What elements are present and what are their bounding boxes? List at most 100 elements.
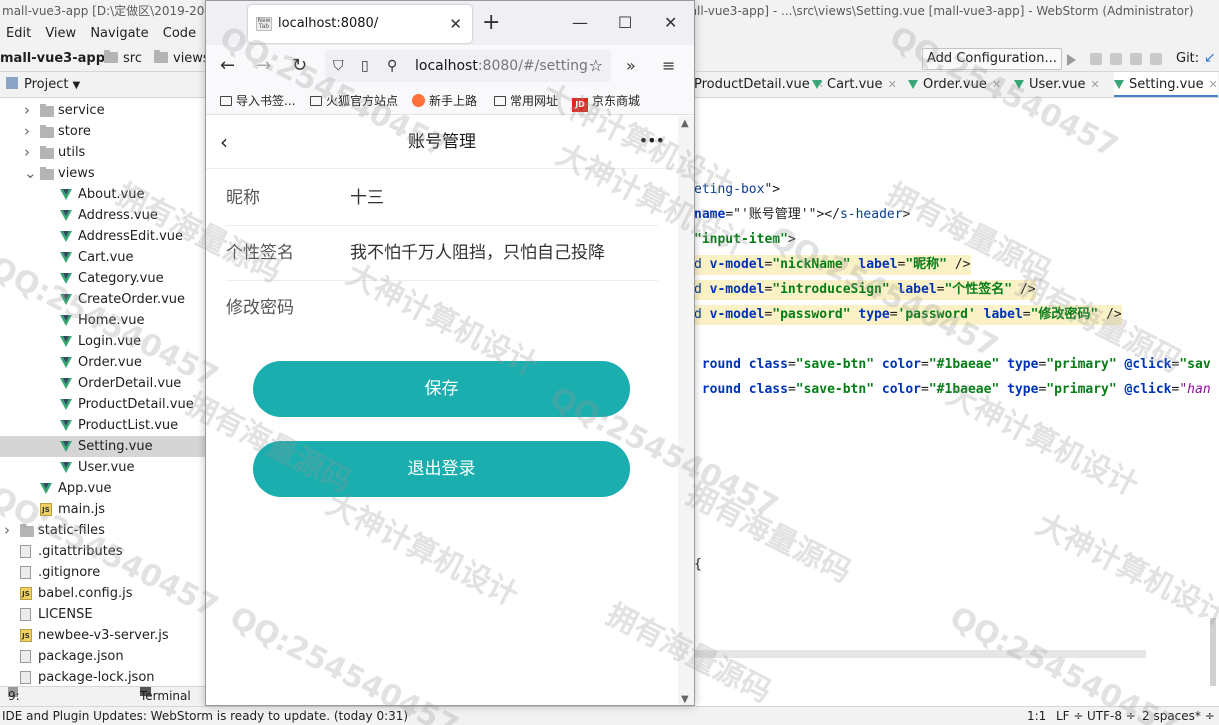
add-configuration-button[interactable]: Add Configuration... <box>922 48 1062 70</box>
back-arrow-icon[interactable]: ← <box>220 51 235 81</box>
chevron-down-icon[interactable]: ▼ <box>72 80 80 91</box>
hamburger-menu-icon[interactable]: ≡ <box>662 51 675 81</box>
tree-item[interactable]: Address.vue <box>0 205 205 226</box>
tree-item[interactable]: › service <box>0 100 205 121</box>
profile-icon[interactable] <box>1130 53 1142 65</box>
editor-horizontal-scrollbar[interactable] <box>694 650 1146 658</box>
shield-icon[interactable]: ⛉ <box>333 50 344 82</box>
tree-item[interactable]: Cart.vue <box>0 247 205 268</box>
chevron-right-icon[interactable]: › <box>4 520 14 541</box>
tree-item[interactable]: JS babel.config.js <box>0 583 205 604</box>
logout-button[interactable]: 退出登录 <box>253 441 630 497</box>
code-editor[interactable]: eting-box"> name="'账号管理'"></s-header> "inp… <box>694 98 1219 706</box>
nickname-input[interactable]: 十三 <box>350 171 384 226</box>
close-tab-icon[interactable]: ✕ <box>1209 78 1218 91</box>
menu-view[interactable]: View <box>45 26 76 41</box>
run-icon[interactable] <box>1067 54 1076 66</box>
editor-vertical-scrollbar[interactable] <box>1210 618 1216 686</box>
bookmark-common-sites[interactable]: 常用网址 <box>494 87 558 115</box>
permissions-icon[interactable]: ⚲ <box>387 50 397 82</box>
tree-item[interactable]: Category.vue <box>0 268 205 289</box>
bookmark-import[interactable]: 导入书签... <box>220 87 295 115</box>
menu-navigate[interactable]: Navigate <box>90 26 148 41</box>
editor-tab[interactable]: User.vue ✕ <box>1014 72 1100 97</box>
signature-field[interactable]: 个性签名 我不怕千万人阻挡，只怕自己投降 <box>226 226 658 281</box>
close-tab-icon[interactable]: ✕ <box>992 78 1001 91</box>
editor-tab[interactable]: Setting.vue ✕ <box>1114 72 1218 97</box>
tree-item[interactable]: › utils <box>0 142 205 163</box>
status-message[interactable]: IDE and Plugin Updates: WebStorm is read… <box>2 707 408 725</box>
code-token: = <box>921 382 929 397</box>
minimize-icon[interactable]: — <box>572 9 588 37</box>
editor-tab[interactable]: Cart.vue ✕ <box>812 72 897 97</box>
status-encoding[interactable]: UTF-8 ÷ <box>1087 707 1136 725</box>
breadcrumb-src[interactable]: src <box>104 46 142 72</box>
chevron-right-icon[interactable]: › <box>24 100 34 121</box>
project-panel-header[interactable]: Project ▼ <box>0 72 205 98</box>
bookmark-jd[interactable]: JD 京东商城 <box>572 87 640 115</box>
tree-item[interactable]: Login.vue <box>0 331 205 352</box>
tree-item[interactable]: JS main.js <box>0 499 205 520</box>
menu-code[interactable]: Code <box>163 26 196 41</box>
stop-icon[interactable] <box>1150 53 1162 65</box>
maximize-icon[interactable]: ☐ <box>618 9 632 37</box>
tree-item[interactable]: .gitignore <box>0 562 205 583</box>
tree-item[interactable]: CreateOrder.vue <box>0 289 205 310</box>
more-dots-icon[interactable]: ••• <box>639 116 665 166</box>
chevron-right-icon[interactable]: › <box>24 121 34 142</box>
close-tab-icon[interactable]: ✕ <box>1091 78 1100 91</box>
save-button[interactable]: 保存 <box>253 361 630 417</box>
close-window-icon[interactable]: ✕ <box>664 9 677 37</box>
tree-item[interactable]: User.vue <box>0 457 205 478</box>
tree-item[interactable]: ProductDetail.vue <box>0 394 205 415</box>
tree-item[interactable]: Setting.vue <box>0 436 205 457</box>
tree-item[interactable]: ProductList.vue <box>0 415 205 436</box>
url-bar[interactable]: ⛉ ▯ ⚲ localhost:8080/#/setting ☆ <box>325 50 611 82</box>
chevron-right-icon[interactable]: › <box>24 142 34 163</box>
scroll-down-icon[interactable]: ▼ <box>681 694 689 705</box>
forward-arrow-icon[interactable]: → <box>256 51 271 81</box>
nickname-field[interactable]: 昵称 十三 <box>226 171 658 226</box>
editor-tab[interactable]: Order.vue ✕ <box>908 72 1001 97</box>
scroll-up-icon[interactable]: ▲ <box>681 118 689 129</box>
tree-item[interactable]: AddressEdit.vue <box>0 226 205 247</box>
reload-icon[interactable]: ↻ <box>292 51 307 81</box>
status-line-separator[interactable]: LF ÷ <box>1056 707 1083 725</box>
chevron-down-icon[interactable]: ⌄ <box>24 163 37 184</box>
debug-icon[interactable] <box>1090 53 1102 65</box>
tree-item[interactable]: LICENSE <box>0 604 205 625</box>
tree-item[interactable]: package.json <box>0 646 205 667</box>
coverage-icon[interactable] <box>1110 53 1122 65</box>
tree-item[interactable]: App.vue <box>0 478 205 499</box>
tree-item[interactable]: .gitattributes <box>0 541 205 562</box>
bookmark-star-icon[interactable]: ☆ <box>589 50 603 82</box>
status-indent[interactable]: 2 spaces* ÷ <box>1142 707 1215 725</box>
signature-input[interactable]: 我不怕千万人阻挡，只怕自己投降 <box>350 226 605 281</box>
new-tab-plus-icon[interactable]: + <box>482 9 500 37</box>
close-tab-icon[interactable]: ✕ <box>449 5 462 43</box>
tree-item[interactable]: Home.vue <box>0 310 205 331</box>
tree-item[interactable]: OrderDetail.vue <box>0 373 205 394</box>
bookmark-getting-started[interactable]: 新手上路 <box>412 87 477 115</box>
git-update-icon[interactable]: ↙ <box>1204 50 1216 66</box>
status-position[interactable]: 1:1 <box>1027 707 1046 725</box>
tree-item[interactable]: › store <box>0 121 205 142</box>
bookmark-firefox-site[interactable]: 火狐官方站点 <box>310 87 398 115</box>
tree-item[interactable]: Order.vue <box>0 352 205 373</box>
password-field[interactable]: 修改密码 <box>226 281 658 336</box>
menu-edit[interactable]: Edit <box>6 26 31 41</box>
browser-tab[interactable]: New Tab localhost:8080/ ✕ <box>248 5 472 43</box>
page-vertical-scrollbar[interactable]: ▲ ▼ <box>678 116 694 705</box>
breadcrumb-project[interactable]: mall-vue3-app <box>0 46 105 72</box>
close-tab-icon[interactable]: ✕ <box>888 78 897 91</box>
tree-item[interactable]: JS newbee-v3-server.js <box>0 625 205 646</box>
breadcrumb-views[interactable]: views <box>154 46 210 72</box>
editor-tab[interactable]: ProductDetail.vue ✕ <box>694 72 824 97</box>
tree-item[interactable]: ⌄ views <box>0 163 205 184</box>
page-icon[interactable]: ▯ <box>361 50 369 82</box>
tree-item[interactable]: › static-files <box>0 520 205 541</box>
overflow-chevron-icon[interactable]: » <box>626 51 636 81</box>
tree-item[interactable]: About.vue <box>0 184 205 205</box>
tree-item[interactable]: package-lock.json <box>0 667 205 686</box>
